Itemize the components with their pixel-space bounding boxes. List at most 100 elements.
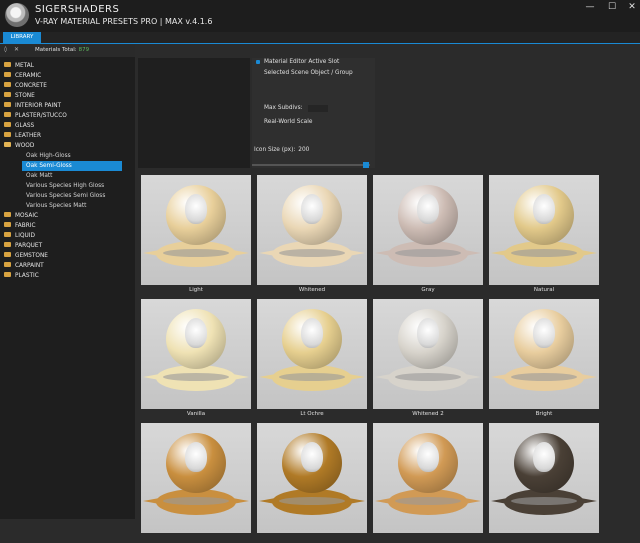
pedestal-ring [279, 249, 345, 257]
title-bar: SIGERSHADERS V-RAY MATERIAL PRESETS PRO … [0, 0, 640, 32]
tree-category[interactable]: GEMSTONE [0, 251, 135, 261]
tree-category[interactable]: CARPAINT [0, 261, 135, 271]
tree-category-label: GEMSTONE [15, 253, 48, 259]
sphere-cutout [301, 318, 323, 348]
material-thumbnail[interactable]: Lt Ochre [257, 299, 367, 419]
close-button[interactable]: ✕ [626, 2, 638, 12]
options-panel: Material Editor Active Slot Selected Sce… [252, 58, 375, 168]
tree-category[interactable]: PLASTER/STUCCO [0, 111, 135, 121]
tree-category[interactable]: LEATHER [0, 131, 135, 141]
icon-size-slider[interactable] [252, 164, 370, 166]
material-caption [489, 533, 599, 543]
folder-icon [4, 132, 11, 137]
material-thumbnail[interactable]: Light [141, 175, 251, 295]
material-thumbnail[interactable]: Bright [489, 299, 599, 419]
sphere-cutout [301, 194, 323, 224]
material-thumbnail[interactable]: Vanilla [141, 299, 251, 419]
folder-icon [4, 222, 11, 227]
sidebar-header: ◊ ✕ Materials Total: 879 [0, 45, 135, 57]
folder-icon [4, 122, 11, 127]
material-preview-image [141, 175, 251, 285]
icon-size-slider-handle[interactable] [363, 162, 369, 168]
tree-category-label: PARQUET [15, 243, 43, 249]
brand-name: SIGERSHADERS [35, 4, 120, 15]
tree-subitem[interactable]: Oak Semi-Gloss [22, 161, 122, 171]
tree-subitem[interactable]: Various Species Semi Gloss [0, 191, 135, 201]
material-thumbnail[interactable] [489, 423, 599, 543]
tree-subitem[interactable]: Oak Matt [0, 171, 135, 181]
pedestal-ring [511, 497, 577, 505]
sphere-cutout [417, 194, 439, 224]
tree-category-label: MOSAIC [15, 213, 39, 219]
real-world-scale-label[interactable]: Real-World Scale [264, 119, 312, 125]
tree-category-label: METAL [15, 63, 34, 69]
sphere-cutout [417, 318, 439, 348]
tree-category[interactable]: GLASS [0, 121, 135, 131]
pedestal-ring [511, 249, 577, 257]
materials-total: Materials Total: 879 [35, 47, 89, 53]
pedestal-ring [395, 373, 461, 381]
tree-category-label: CERAMIC [15, 73, 42, 79]
active-slot-radio[interactable] [256, 60, 260, 64]
material-thumbnail[interactable]: Whitened 2 [373, 299, 483, 419]
tree-category[interactable]: METAL [0, 61, 135, 71]
tree-category[interactable]: FABRIC [0, 221, 135, 231]
tree-category-label: LIQUID [15, 233, 35, 239]
tree-category-label: WOOD [15, 143, 35, 149]
tree-subitem[interactable]: Oak High-Gloss [0, 151, 135, 161]
folder-icon [4, 92, 11, 97]
tree-category-label: INTERIOR PAINT [15, 103, 62, 109]
folder-icon [4, 242, 11, 247]
tree-category[interactable]: MOSAIC [0, 211, 135, 221]
refresh-icon[interactable]: ◊ [4, 46, 7, 53]
material-caption [141, 533, 251, 543]
tree-category[interactable]: WOOD [0, 141, 135, 151]
material-thumbnail[interactable] [257, 423, 367, 543]
material-thumbnail[interactable]: Gray [373, 175, 483, 295]
folder-icon [4, 72, 11, 77]
sphere-cutout [185, 442, 207, 472]
tree-category-label: PLASTER/STUCCO [15, 113, 67, 119]
material-thumbnail[interactable] [373, 423, 483, 543]
material-caption: Bright [535, 411, 553, 417]
minimize-button[interactable]: — [584, 2, 596, 12]
tab-bar: LIBRARY [0, 32, 640, 44]
sphere-cutout [301, 442, 323, 472]
material-thumbnail[interactable]: Whitened [257, 175, 367, 295]
tree-category-label: GLASS [15, 123, 35, 129]
material-caption: Natural [533, 287, 555, 293]
max-subdivs-input[interactable] [308, 105, 328, 112]
tree-category-label: STONE [15, 93, 35, 99]
tree-category-label: CARPAINT [15, 263, 44, 269]
close-icon[interactable]: ✕ [14, 46, 19, 53]
material-preview-image [489, 423, 599, 533]
tree-category[interactable]: CONCRETE [0, 81, 135, 91]
tree-category[interactable]: STONE [0, 91, 135, 101]
tree-category[interactable]: LIQUID [0, 231, 135, 241]
selected-scene-label[interactable]: Selected Scene Object / Group [264, 70, 353, 76]
folder-icon [4, 212, 11, 217]
sidebar: ◊ ✕ Materials Total: 879 METAL CERAMIC CONC… [0, 45, 135, 519]
material-thumbnail[interactable] [141, 423, 251, 543]
material-caption: Light [189, 287, 203, 293]
active-slot-label[interactable]: Material Editor Active Slot [264, 59, 339, 65]
material-thumbnail[interactable]: Natural [489, 175, 599, 295]
tree-category[interactable]: INTERIOR PAINT [0, 101, 135, 111]
tree-subitem[interactable]: Various Species Matt [0, 201, 135, 211]
material-caption: Whitened 2 [412, 411, 444, 417]
tree-category[interactable]: PARQUET [0, 241, 135, 251]
tab-library[interactable]: LIBRARY [3, 32, 41, 43]
tree-subitem[interactable]: Various Species High Gloss [0, 181, 135, 191]
material-preview-image [373, 299, 483, 409]
pedestal-ring [511, 373, 577, 381]
tree-category[interactable]: CERAMIC [0, 71, 135, 81]
sphere-cutout [533, 318, 555, 348]
folder-icon [4, 272, 11, 277]
pedestal-ring [163, 497, 229, 505]
sphere-cutout [533, 442, 555, 472]
sigershaders-logo [5, 3, 29, 27]
tree-category[interactable]: PLASTIC [0, 271, 135, 281]
maximize-button[interactable]: ☐ [606, 2, 618, 12]
sphere-cutout [533, 194, 555, 224]
pedestal-ring [395, 497, 461, 505]
